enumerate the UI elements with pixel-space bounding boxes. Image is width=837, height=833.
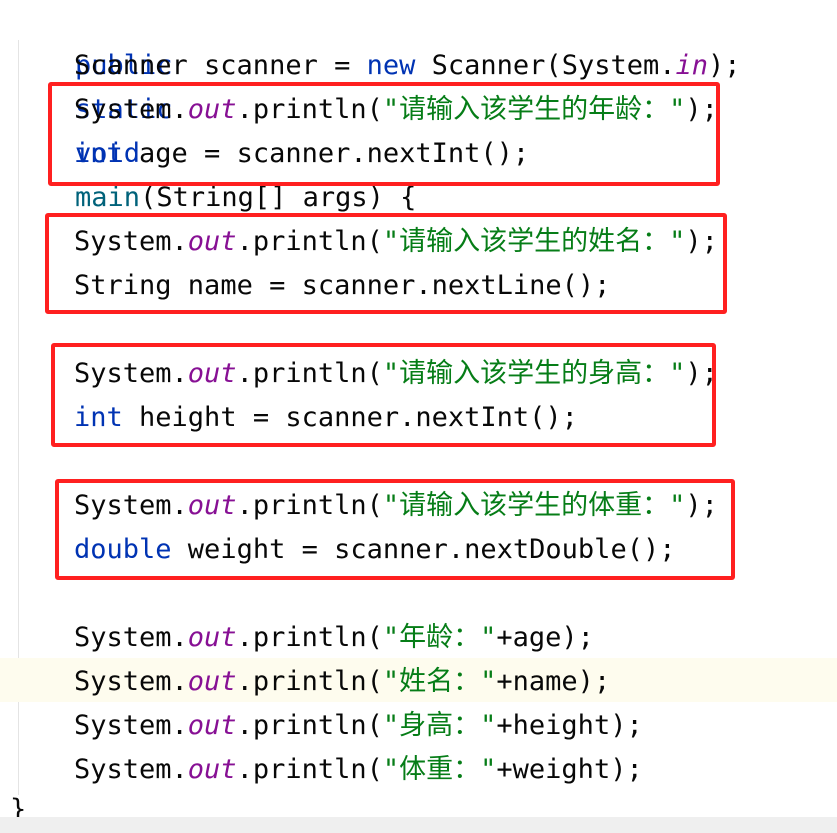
output-rest: +name); (496, 666, 611, 697)
output-rest: +height); (496, 710, 643, 741)
method-params: (String[] args) { (140, 182, 417, 213)
field-out: out (187, 754, 237, 785)
println-open: .println( (236, 710, 383, 741)
output-rest: +age); (496, 622, 594, 653)
output-rest: +weight); (496, 754, 643, 785)
method-name: main (75, 182, 141, 213)
method-signature-line[interactable]: public static void main(String[] args) { (10, 0, 416, 213)
print-prefix: System. (74, 754, 188, 785)
field-out: out (187, 622, 237, 653)
field-out: out (187, 710, 237, 741)
println-open: .println( (236, 622, 383, 653)
println-output-line[interactable]: System.out.println("身高："+height); (74, 704, 643, 748)
scanner-end: ); (708, 50, 741, 81)
println-output-line[interactable]: System.out.println("年龄："+age); (74, 616, 594, 660)
println-open: .println( (236, 754, 383, 785)
annotation-box-age (48, 82, 720, 186)
output-label: "年龄：" (382, 622, 497, 653)
scanner-type: Scanner scanner = (74, 50, 367, 81)
annotation-box-weight (55, 479, 735, 580)
annotation-box-name (45, 213, 727, 314)
output-label: "体重：" (382, 754, 497, 785)
print-prefix: System. (74, 710, 188, 741)
println-output-line[interactable]: System.out.println("姓名："+name); (74, 660, 610, 704)
print-prefix: System. (74, 622, 188, 653)
scanner-ctor: Scanner(System. (415, 50, 676, 81)
println-output-line[interactable]: System.out.println("体重："+weight); (74, 748, 643, 792)
code-editor[interactable]: public static void main(String[] args) {… (0, 0, 837, 833)
println-open: .println( (236, 666, 383, 697)
keyword-new: new (366, 50, 416, 81)
print-prefix: System. (74, 666, 188, 697)
annotation-box-height (51, 343, 716, 447)
field-in: in (675, 50, 708, 81)
output-label: "身高：" (382, 710, 497, 741)
horizontal-scrollbar[interactable] (0, 817, 837, 833)
field-out: out (187, 666, 237, 697)
output-label: "姓名：" (382, 666, 497, 697)
